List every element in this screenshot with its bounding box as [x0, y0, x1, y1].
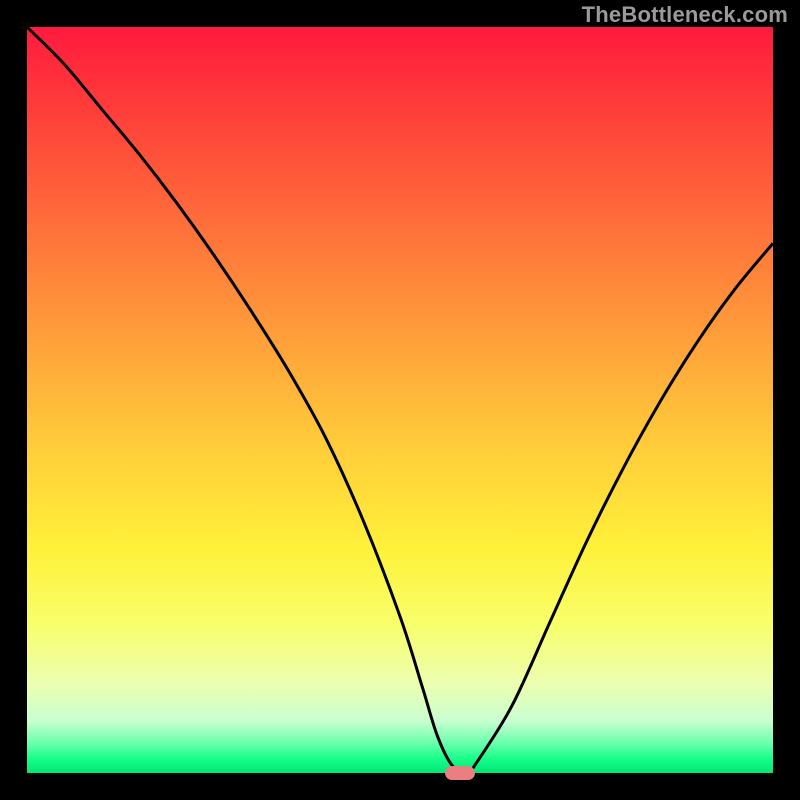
optimal-marker — [445, 766, 475, 780]
chart-gradient-area — [27, 27, 773, 773]
chart-frame: TheBottleneck.com — [0, 0, 800, 800]
watermark-text: TheBottleneck.com — [582, 2, 788, 28]
